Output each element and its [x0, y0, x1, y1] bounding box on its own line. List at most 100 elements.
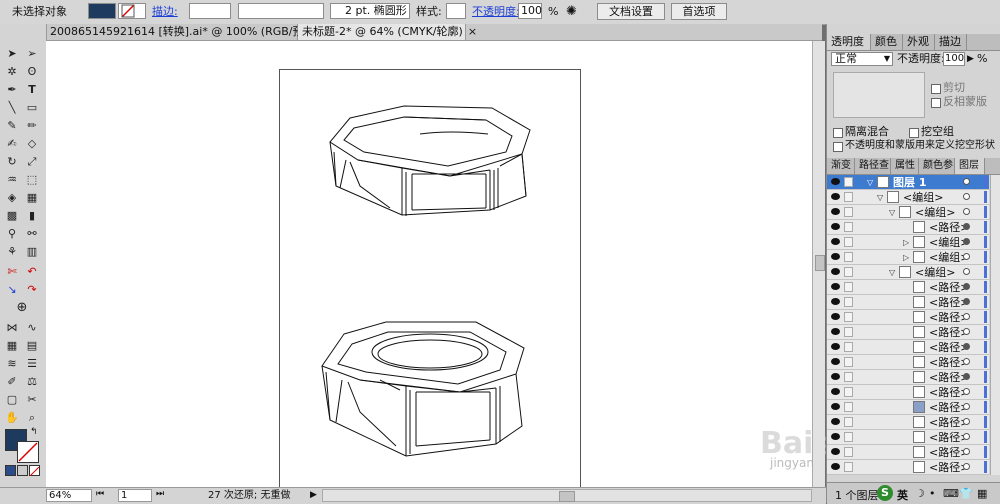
lock-toggle[interactable]: [844, 222, 853, 232]
layer-row[interactable]: <路径>: [827, 325, 989, 340]
curvature-red-tool-icon[interactable]: ↶: [24, 264, 40, 280]
wave-tool-icon[interactable]: ∿: [24, 320, 40, 336]
stroke-color-swatch[interactable]: [118, 3, 146, 19]
visibility-eye-icon[interactable]: [831, 373, 840, 380]
visibility-eye-icon[interactable]: [831, 388, 840, 395]
layers-scrollbar[interactable]: [990, 175, 1000, 475]
shirt-icon[interactable]: 👕: [959, 487, 973, 500]
tab-stroke[interactable]: 描边: [935, 34, 967, 50]
lock-toggle[interactable]: [844, 417, 853, 427]
visibility-eye-icon[interactable]: [831, 238, 840, 245]
layer-row[interactable]: <路径>: [827, 370, 989, 385]
last-artboard-icon[interactable]: ⏭: [156, 489, 164, 499]
envelope-tool-icon[interactable]: ⋈: [4, 320, 20, 336]
tab-pathfinder[interactable]: 路径查: [855, 158, 891, 174]
layer-name[interactable]: <编组>: [915, 205, 955, 220]
swap-colors-icon[interactable]: ↰: [30, 427, 38, 437]
gradient-mode-icon[interactable]: [17, 465, 28, 476]
eyedropper-measure-icon[interactable]: ⚖: [24, 374, 40, 390]
symbol-sprayer-tool-icon[interactable]: ⚘: [4, 244, 20, 260]
layer-row[interactable]: ▽ <编组>: [827, 205, 989, 220]
list-tool-icon[interactable]: ☰: [24, 356, 40, 372]
layer-row[interactable]: ▽ 图层 1: [827, 175, 989, 190]
target-circle-icon[interactable]: [963, 268, 970, 275]
lock-toggle[interactable]: [844, 432, 853, 442]
pencil-tool-icon[interactable]: ✏: [24, 118, 40, 134]
target-circle-icon[interactable]: [963, 313, 970, 320]
status-arrow-icon[interactable]: ▶: [310, 490, 317, 500]
column-graph-tool-icon[interactable]: ▥: [24, 244, 40, 260]
scale-tool-icon[interactable]: ⤢: [24, 154, 40, 170]
expand-triangle-icon[interactable]: ▽: [877, 190, 883, 205]
variable-width-profile[interactable]: [238, 3, 324, 19]
layer-row[interactable]: <路径>: [827, 220, 989, 235]
visibility-eye-icon[interactable]: [831, 253, 840, 260]
visibility-eye-icon[interactable]: [831, 403, 840, 410]
visibility-eye-icon[interactable]: [831, 358, 840, 365]
rectangle-tool-icon[interactable]: ▭: [24, 100, 40, 116]
hex-box-bottom[interactable]: [321, 321, 525, 457]
invert-mask-checkbox[interactable]: [931, 98, 941, 108]
lock-toggle[interactable]: [844, 192, 853, 202]
lock-toggle[interactable]: [844, 207, 853, 217]
layer-row[interactable]: <路径>: [827, 280, 989, 295]
rotate-tool-icon[interactable]: ↻: [4, 154, 20, 170]
layer-row[interactable]: ▽ <编组>: [827, 190, 989, 205]
tab-gradient[interactable]: 渐变: [827, 158, 855, 174]
stroke-weight-field[interactable]: [189, 3, 231, 19]
lock-toggle[interactable]: [844, 387, 853, 397]
slice-tool-icon[interactable]: ✂: [24, 392, 40, 408]
visibility-eye-icon[interactable]: [831, 283, 840, 290]
chart-tool-icon[interactable]: ▤: [24, 338, 40, 354]
gradient-tool-icon[interactable]: ▮: [24, 208, 40, 224]
visibility-eye-icon[interactable]: [831, 448, 840, 455]
stroke-label-link[interactable]: 描边:: [152, 4, 178, 20]
target-circle-icon[interactable]: [963, 403, 970, 410]
lock-toggle[interactable]: [844, 462, 853, 472]
target-circle-icon[interactable]: [963, 418, 970, 425]
tab-document-1[interactable]: 200865145921614 [转换].ai* @ 100% (RGB/预览)…: [46, 24, 333, 40]
visibility-eye-icon[interactable]: [831, 463, 840, 470]
hex-box-top[interactable]: [329, 105, 531, 216]
layer-name[interactable]: <编组>: [903, 190, 943, 205]
ime-lang[interactable]: 英: [897, 487, 908, 503]
keyboard-icon[interactable]: ⌨: [943, 487, 959, 500]
opacity-field[interactable]: 100: [518, 3, 542, 19]
grid-tool-icon[interactable]: ▦: [4, 338, 20, 354]
layer-row[interactable]: <路径>: [827, 460, 989, 475]
none-mode-icon[interactable]: [29, 465, 40, 477]
close-icon[interactable]: ×: [468, 24, 477, 40]
blend-tool-icon[interactable]: ⚯: [24, 226, 40, 242]
layer-row[interactable]: ▽ <编组>: [827, 265, 989, 280]
visibility-eye-icon[interactable]: [831, 268, 840, 275]
expand-triangle-icon[interactable]: ▽: [867, 175, 873, 190]
layer-row[interactable]: ▷ <编组>: [827, 250, 989, 265]
dot-icon[interactable]: •: [929, 487, 936, 500]
lock-toggle[interactable]: [844, 252, 853, 262]
panel-opacity-field[interactable]: 100: [943, 52, 965, 66]
visibility-eye-icon[interactable]: [831, 298, 840, 305]
layer-row[interactable]: <路径>: [827, 310, 989, 325]
artwork-hex-boxes[interactable]: [300, 90, 560, 490]
scrollbar-thumb[interactable]: [815, 255, 825, 271]
tab-color-guide[interactable]: 颜色参: [919, 158, 955, 174]
lock-toggle[interactable]: [844, 177, 853, 187]
artboard-tool-icon[interactable]: ▢: [4, 392, 20, 408]
target-circle-icon[interactable]: [963, 388, 970, 395]
visibility-eye-icon[interactable]: [831, 178, 840, 185]
opacity-stepper-icon[interactable]: ▶: [967, 52, 974, 66]
moon-icon[interactable]: ☽: [915, 487, 925, 500]
target-circle-icon[interactable]: [963, 328, 970, 335]
target-circle-icon[interactable]: [963, 283, 970, 290]
clip-checkbox[interactable]: [931, 84, 941, 94]
opacity-mask-checkbox[interactable]: [833, 142, 843, 152]
lock-toggle[interactable]: [844, 357, 853, 367]
expand-triangle-icon[interactable]: ▽: [889, 205, 895, 220]
path-blue-tool-icon[interactable]: ↘: [4, 282, 20, 298]
eyedropper-tool-icon[interactable]: ⚲: [4, 226, 20, 242]
ime-s-icon[interactable]: S: [877, 485, 893, 501]
tab-layers[interactable]: 图层: [955, 158, 985, 174]
eraser-tool-icon[interactable]: ◇: [24, 136, 40, 152]
target-circle-icon[interactable]: [963, 253, 970, 260]
collapse-triangle-icon[interactable]: ▷: [903, 235, 909, 250]
